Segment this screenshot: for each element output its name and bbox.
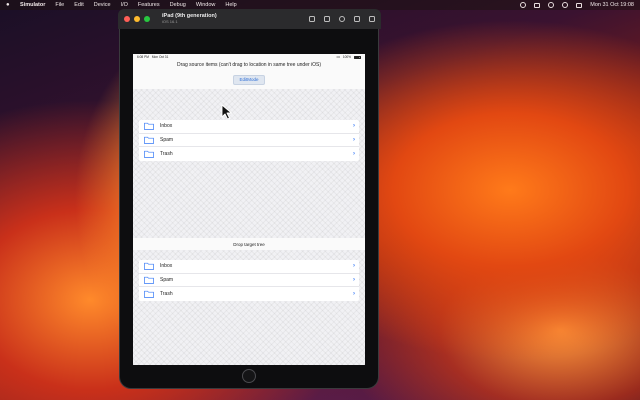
target-row-inbox[interactable]: Inbox › — [139, 260, 359, 274]
screenshot-icon[interactable] — [324, 16, 330, 22]
tree-row-label: Spam — [160, 276, 174, 283]
minimize-window-button[interactable] — [134, 16, 140, 22]
search-icon[interactable] — [562, 2, 569, 8]
source-row-inbox[interactable]: Inbox › — [139, 120, 359, 134]
menu-extras: Mon 31 Oct 19:08 — [520, 2, 634, 8]
simulator-toolbar — [309, 16, 375, 22]
source-row-spam[interactable]: Spam › — [139, 134, 359, 147]
edit-mode-button[interactable]: EditMode — [233, 74, 265, 85]
source-tree: Inbox › Spam › Trash › — [139, 120, 359, 161]
menu-features[interactable]: Features — [138, 2, 160, 8]
apple-menu-icon[interactable]: ● — [6, 2, 14, 8]
ipad-battery-icon — [354, 55, 361, 59]
ipad-time: 6:08 PM — [137, 55, 149, 59]
target-row-spam[interactable]: Spam › — [139, 274, 359, 287]
menu-app-name[interactable]: Simulator — [20, 2, 45, 8]
menu-window[interactable]: Window — [196, 2, 216, 8]
ipad-device-frame: 6:08 PM Mon Oct 31 ••• 100% Drag source … — [119, 29, 379, 389]
menu-debug[interactable]: Debug — [170, 2, 186, 8]
tree-row-label: Inbox — [160, 123, 173, 130]
target-tree: Inbox › Spam › Trash › — [139, 260, 359, 301]
chevron-right-icon[interactable]: › — [353, 263, 355, 269]
target-row-trash[interactable]: Trash › — [139, 287, 359, 301]
simulator-title-block: iPad (9th generation) iOS 16.1 — [162, 13, 217, 25]
folder-icon — [144, 123, 154, 131]
menu-help[interactable]: Help — [225, 2, 236, 8]
close-window-button[interactable] — [124, 16, 130, 22]
simulator-titlebar: iPad (9th generation) iOS 16.1 — [118, 9, 381, 29]
menu-device[interactable]: Device — [94, 2, 111, 8]
chevron-right-icon[interactable]: › — [353, 291, 355, 297]
chevron-right-icon[interactable]: › — [353, 151, 355, 157]
chevron-right-icon[interactable]: › — [353, 277, 355, 283]
device-icon[interactable] — [369, 16, 375, 22]
chevron-right-icon[interactable]: › — [353, 137, 355, 143]
folder-icon — [144, 263, 154, 271]
home-icon[interactable] — [309, 16, 315, 22]
wifi-icon[interactable] — [548, 2, 555, 8]
ipad-date: Mon Oct 31 — [151, 55, 169, 59]
menu-edit[interactable]: Edit — [74, 2, 83, 8]
chevron-right-icon[interactable]: › — [353, 123, 355, 129]
mouse-cursor-icon — [221, 104, 232, 120]
battery-icon[interactable] — [534, 2, 541, 8]
folder-icon — [144, 276, 154, 284]
rotate-icon[interactable] — [339, 16, 345, 22]
source-title: Drag source items (can't drag to locatio… — [176, 62, 322, 68]
tree-row-label: Spam — [160, 136, 174, 143]
wifi-status-icon: ••• — [336, 55, 340, 59]
tree-row-label: Trash — [160, 290, 173, 297]
tree-row-label: Trash — [160, 150, 173, 157]
rotate-right-icon[interactable] — [354, 16, 360, 22]
source-row-trash[interactable]: Trash › — [139, 147, 359, 161]
folder-icon — [144, 136, 154, 144]
target-header: Drop target tree — [133, 238, 365, 250]
status-menu-icon[interactable] — [520, 2, 527, 8]
target-title: Drop target tree — [233, 241, 265, 247]
folder-icon — [144, 290, 154, 298]
tree-row-label: Inbox — [160, 263, 173, 270]
menu-clock[interactable]: Mon 31 Oct 19:08 — [590, 2, 634, 8]
control-center-icon[interactable] — [576, 2, 583, 8]
ipad-screen: 6:08 PM Mon Oct 31 ••• 100% Drag source … — [133, 54, 365, 365]
zoom-window-button[interactable] — [144, 16, 150, 22]
menu-file[interactable]: File — [55, 2, 64, 8]
simulator-subtitle: iOS 16.1 — [162, 19, 178, 25]
battery-percent: 100% — [342, 55, 351, 59]
source-header: Drag source items (can't drag to locatio… — [133, 60, 365, 89]
ipad-home-button[interactable] — [242, 369, 256, 383]
folder-icon — [144, 150, 154, 158]
menu-io[interactable]: I/O — [121, 2, 128, 8]
